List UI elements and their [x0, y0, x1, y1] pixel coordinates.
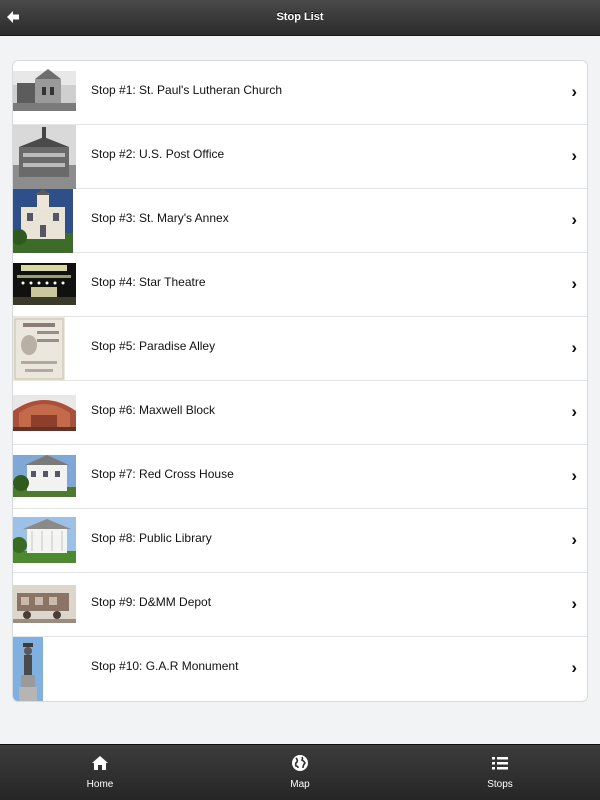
list-item-stop-5[interactable]: Stop #5: Paradise Alley › — [13, 317, 587, 381]
thumbnail-image — [13, 381, 76, 445]
header-bar: Stop List — [0, 0, 600, 36]
thumbnail-image — [13, 445, 76, 509]
stop-label: Stop #1: St. Paul's Lutheran Church — [91, 83, 283, 97]
chevron-right-icon: › — [571, 530, 577, 549]
thumbnail-image — [13, 573, 76, 637]
list-item-stop-6[interactable]: Stop #6: Maxwell Block › — [13, 381, 587, 445]
tab-label: Home — [86, 779, 114, 790]
stop-label: Stop #10: G.A.R Monument — [91, 659, 239, 673]
chevron-right-icon: › — [571, 82, 577, 101]
tab-bar: Home Map Stops — [0, 744, 600, 800]
stop-label: Stop #9: D&MM Depot — [91, 595, 212, 609]
thumbnail-image — [13, 61, 76, 125]
chevron-right-icon: › — [571, 402, 577, 421]
list-item-stop-4[interactable]: Stop #4: Star Theatre › — [13, 253, 587, 317]
chevron-right-icon: › — [571, 658, 577, 677]
thumbnail-image — [13, 125, 76, 189]
tab-home[interactable]: Home — [0, 745, 200, 800]
list-item-stop-8[interactable]: Stop #8: Public Library › — [13, 509, 587, 573]
thumbnail-image — [13, 317, 65, 381]
stop-label: Stop #5: Paradise Alley — [91, 339, 216, 353]
list-item-stop-10[interactable]: Stop #10: G.A.R Monument › — [13, 637, 587, 701]
chevron-right-icon: › — [571, 466, 577, 485]
stop-label: Stop #6: Maxwell Block — [91, 403, 216, 417]
tab-label: Map — [290, 779, 310, 790]
thumbnail-image — [13, 189, 73, 253]
stop-label: Stop #3: St. Mary's Annex — [91, 211, 229, 225]
chevron-right-icon: › — [571, 146, 577, 165]
tab-label: Stops — [487, 779, 513, 790]
stop-label: Stop #4: Star Theatre — [91, 275, 206, 289]
list-item-stop-7[interactable]: Stop #7: Red Cross House › — [13, 445, 587, 509]
stop-list: Stop #1: St. Paul's Lutheran Church › St… — [12, 60, 588, 702]
stop-label: Stop #7: Red Cross House — [91, 467, 234, 481]
list-item-stop-1[interactable]: Stop #1: St. Paul's Lutheran Church › — [13, 61, 587, 125]
globe-icon — [292, 755, 308, 771]
chevron-right-icon: › — [571, 274, 577, 293]
tab-stops[interactable]: Stops — [400, 745, 600, 800]
list-icon — [492, 757, 508, 770]
page-title: Stop List — [276, 11, 324, 23]
list-item-stop-9[interactable]: Stop #9: D&MM Depot › — [13, 573, 587, 637]
tab-map[interactable]: Map — [200, 745, 400, 800]
thumbnail-image — [13, 253, 76, 317]
stop-label: Stop #8: Public Library — [91, 531, 212, 545]
list-item-stop-2[interactable]: Stop #2: U.S. Post Office › — [13, 125, 587, 189]
thumbnail-image — [13, 637, 43, 701]
chevron-right-icon: › — [571, 338, 577, 357]
thumbnail-image — [13, 509, 76, 573]
chevron-right-icon: › — [571, 594, 577, 613]
stop-label: Stop #2: U.S. Post Office — [91, 147, 225, 161]
home-icon — [92, 756, 108, 770]
chevron-right-icon: › — [571, 210, 577, 229]
list-item-stop-3[interactable]: Stop #3: St. Mary's Annex › — [13, 189, 587, 253]
